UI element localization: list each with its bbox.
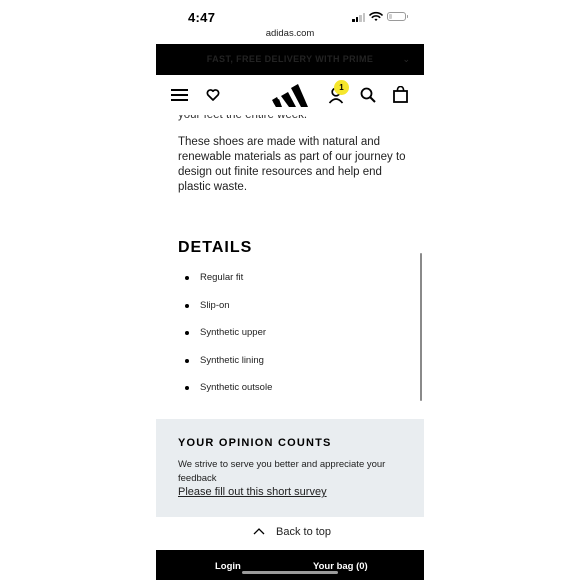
search-icon[interactable]: [360, 87, 376, 103]
scrollbar[interactable]: [420, 253, 422, 401]
survey-section: YOUR OPINION COUNTS We strive to serve y…: [156, 419, 424, 517]
survey-heading: YOUR OPINION COUNTS: [178, 437, 332, 449]
adidas-logo[interactable]: [272, 84, 308, 108]
battery-icon: [387, 12, 408, 21]
status-time: 4:47: [188, 10, 216, 25]
list-item: Slip-on: [178, 297, 272, 325]
list-item: Regular fit: [178, 269, 272, 297]
list-item: Synthetic upper: [178, 324, 272, 352]
chevron-down-icon[interactable]: ⌄: [402, 54, 410, 65]
cellular-signal-icon: [352, 13, 366, 22]
list-item: Synthetic lining: [178, 352, 272, 380]
promo-text: FAST, FREE DELIVERY WITH PRIME: [206, 54, 374, 64]
details-list: Regular fit Slip-on Synthetic upper Synt…: [178, 269, 272, 407]
description-paragraph: These shoes are made with natural and re…: [178, 136, 406, 193]
partial-text-line: your feet the entire week.: [178, 115, 308, 121]
survey-description: We strive to serve you better and apprec…: [178, 459, 386, 484]
back-to-top-label: Back to top: [276, 526, 332, 538]
login-button[interactable]: Login: [215, 561, 241, 572]
chevron-up-icon: [253, 528, 265, 535]
account-notification-badge: 1: [334, 80, 349, 95]
wifi-icon: [369, 11, 383, 21]
status-bar: 4:47: [156, 0, 424, 28]
home-indicator[interactable]: [242, 571, 338, 574]
bag-icon[interactable]: [393, 86, 408, 103]
product-description-content: your feet the entire week. These shoes a…: [156, 115, 424, 419]
address-bar-url[interactable]: adidas.com: [156, 28, 424, 39]
details-heading: DETAILS: [178, 239, 253, 256]
bottom-bar: Login Your bag (0): [156, 550, 424, 580]
list-item: Synthetic outsole: [178, 379, 272, 407]
menu-icon[interactable]: [171, 89, 188, 101]
site-header: 1: [156, 75, 424, 115]
wishlist-heart-icon[interactable]: [206, 88, 220, 102]
promo-banner[interactable]: FAST, FREE DELIVERY WITH PRIME ⌄: [156, 44, 424, 75]
back-to-top-button[interactable]: Back to top: [156, 522, 424, 544]
survey-link[interactable]: Please fill out this short survey: [178, 486, 327, 498]
